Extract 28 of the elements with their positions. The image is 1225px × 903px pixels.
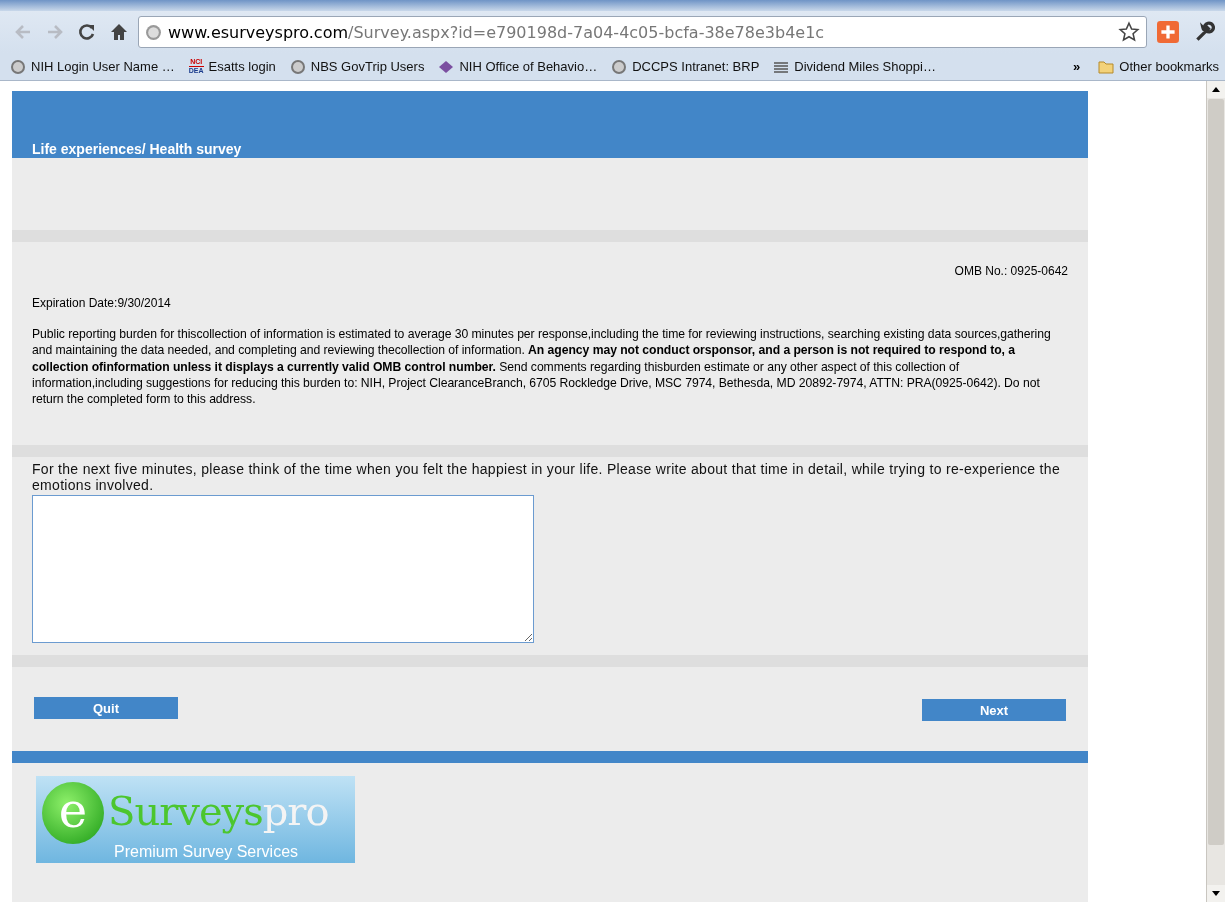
burden-notice: Public reporting burden for thiscollection of information is estimated to average 30 minutes per response,including the time for reviewing instructions, searching existing data sources,gathering and maintaining the data needed, and completing and reviewing thecollection of information. An agency may not conduct orsponsor, and a person is not required to respond to, a collection ofinformation unless it displays a currently valid OMB control number. Send comments regarding thisburden estimate or any other aspect of this collection of information,including suggestions for reducing this burden to: NIH, Project ClearanceBranch, 6705 Rockledge Drive, MSC 7974, Bethesda, MD 20892-7974, ATTN: PRA(0925-0642). Do not return the completed form to this address. bbox=[32, 326, 1052, 408]
scrollbar-thumb[interactable] bbox=[1208, 99, 1224, 845]
bookmarks-overflow-button[interactable]: » bbox=[1073, 59, 1081, 74]
reload-icon[interactable] bbox=[77, 22, 97, 42]
omb-number: OMB No.: 0925-0642 bbox=[953, 264, 1068, 278]
bookmark-folder[interactable]: Other bookmarks bbox=[1098, 58, 1219, 75]
diamond-icon bbox=[438, 58, 455, 75]
bookmark[interactable]: NIH Login User Name … bbox=[10, 58, 175, 75]
quit-button[interactable]: Quit bbox=[34, 697, 178, 719]
logo-wordmark: Surveyspro bbox=[108, 788, 329, 834]
scroll-up-icon[interactable] bbox=[1207, 81, 1225, 98]
logo-letter: e bbox=[42, 782, 104, 844]
bookmark[interactable]: DCCPS Intranet: BRP bbox=[611, 58, 760, 75]
bookmark[interactable]: NBS GovTrip Users bbox=[289, 58, 425, 75]
star-icon[interactable] bbox=[1118, 21, 1140, 43]
plus-icon[interactable] bbox=[1157, 21, 1179, 43]
next-button[interactable]: Next bbox=[922, 699, 1066, 721]
question-text: For the next five minutes, please think of the time when you felt the happiest in your life. Please write about that time in detail, while trying to re-experience the emotions involved. bbox=[32, 461, 1061, 493]
expiration-date: Expiration Date:9/30/2014 bbox=[32, 296, 172, 310]
url-text: www.esurveyspro.com/Survey.aspx?id=e790198d-7a04-4c05-bcfa-38e78e3b4e1c bbox=[168, 22, 826, 42]
bookmark[interactable]: NIH Office of Behavio… bbox=[438, 58, 598, 75]
home-icon[interactable] bbox=[109, 22, 129, 42]
bookmark[interactable]: Dividend Miles Shoppi… bbox=[773, 58, 936, 75]
survey-title: Life experiences/ Health survey bbox=[32, 141, 242, 158]
address-bar[interactable]: www.esurveyspro.com/Survey.aspx?id=e790198d-7a04-4c05-bcfa-38e78e3b4e1c bbox=[138, 16, 1147, 48]
folder-icon bbox=[1098, 58, 1115, 75]
logo-tagline: Premium Survey Services bbox=[114, 843, 299, 861]
scroll-down-icon[interactable] bbox=[1207, 885, 1225, 902]
